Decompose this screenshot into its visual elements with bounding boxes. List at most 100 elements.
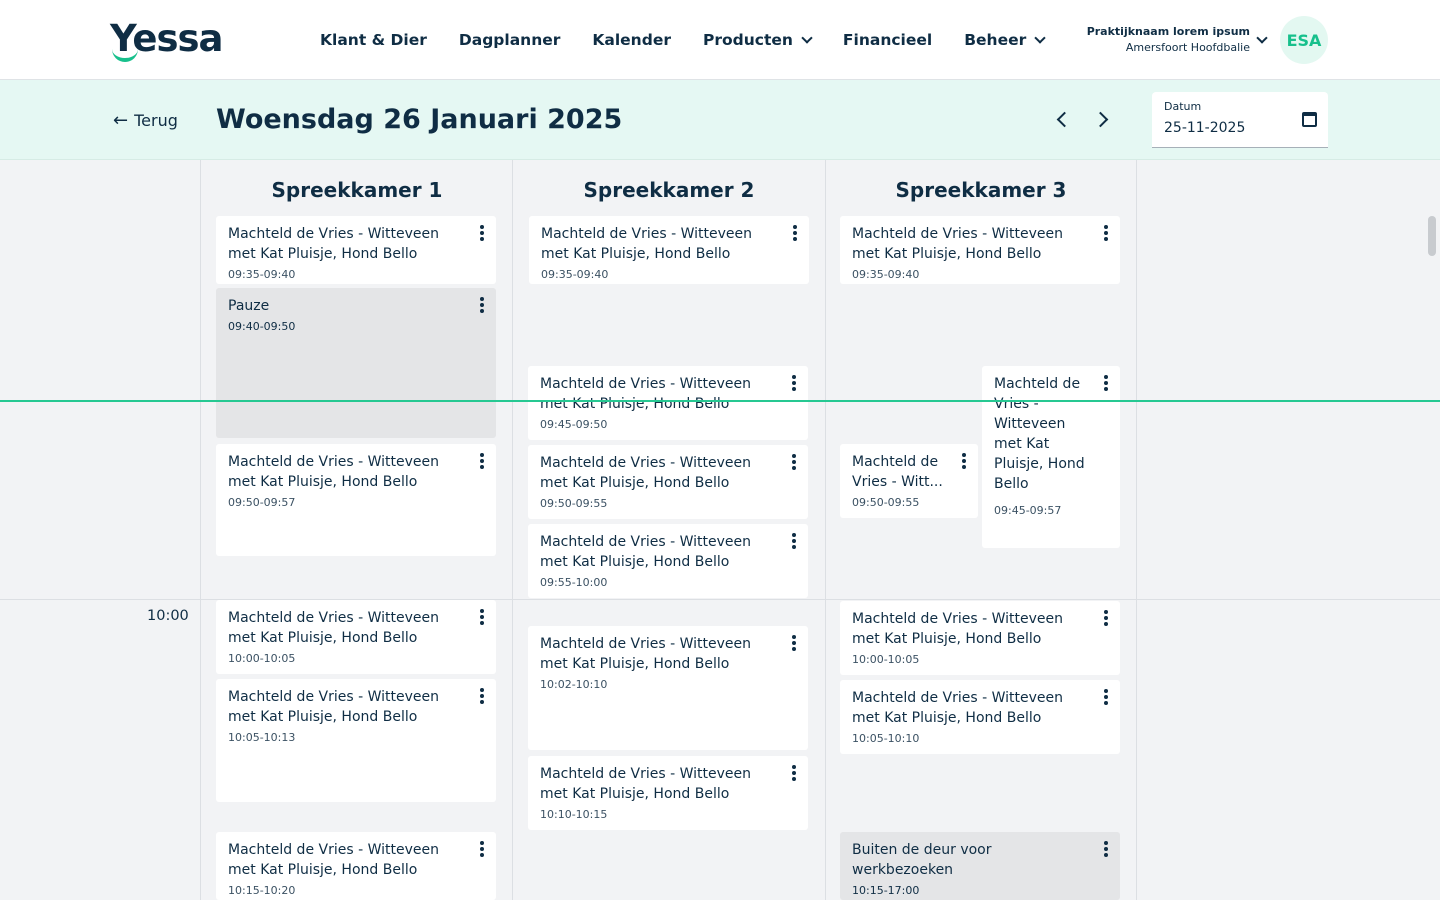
appointment-title: Machteld de Vries - Witteveen met Kat Pl… — [852, 611, 1063, 647]
nav-item-beheer[interactable]: Beheer — [964, 31, 1046, 49]
appointment-card[interactable]: Machteld de Vries - Witteveen met Kat Pl… — [528, 756, 808, 830]
appointment-title: Machteld de Vries - Witteveen met Kat Pl… — [852, 690, 1063, 726]
appointment-time: 09:50-09:55 — [540, 497, 608, 510]
nav-item-dagplanner[interactable]: Dagplanner — [459, 31, 561, 49]
appointment-title: Machteld de Vries - Witteveen met Kat Pl… — [228, 226, 439, 262]
more-vertical-icon[interactable] — [478, 688, 486, 704]
room-title: Spreekkamer 2 — [583, 178, 755, 202]
more-vertical-icon[interactable] — [1102, 610, 1110, 626]
appointment-time: 09:50-09:57 — [228, 496, 296, 509]
nav-item-financieel[interactable]: Financieel — [843, 31, 932, 49]
appointment-title: Machteld de Vries - Witt... — [852, 454, 943, 490]
nav-item-label: Producten — [702, 31, 793, 49]
appointment-title: Machteld de Vries - Witteveen met Kat Pl… — [540, 534, 751, 570]
appointment-time: 09:45-09:50 — [540, 418, 608, 431]
appointment-title: Machteld de Vries - Witteveen met Kat Pl… — [540, 376, 751, 412]
appointment-card[interactable]: Machteld de Vries - Witteveen met Kat Pl… — [528, 445, 808, 519]
appointment-title: Machteld de Vries - Witteveen met Kat Pl… — [852, 226, 1063, 262]
nav-item-kalender[interactable]: Kalender — [592, 31, 671, 49]
appointment-card[interactable]: Machteld de Vries - Witteveen met Kat Pl… — [840, 216, 1120, 284]
nav-item-klant-dier[interactable]: Klant & Dier — [320, 31, 427, 49]
date-field[interactable]: Datum 25-11-2025 — [1152, 92, 1328, 148]
appointment-time: 09:55-10:00 — [540, 576, 608, 589]
more-vertical-icon[interactable] — [478, 841, 486, 857]
appointment-card[interactable]: Machteld de Vries - Witt... 09:50-09:55 — [840, 444, 978, 518]
column-divider — [512, 160, 513, 900]
page-title: Woensdag 26 Januari 2025 — [216, 104, 623, 135]
appointment-card[interactable]: Machteld de Vries - Witteveen met Kat Pl… — [216, 679, 496, 802]
date-field-value: 25-11-2025 — [1164, 120, 1246, 136]
calendar-icon[interactable] — [1302, 112, 1317, 127]
user-avatar[interactable]: ESA — [1280, 16, 1328, 64]
appointment-time: 10:15-10:20 — [228, 884, 296, 897]
more-vertical-icon[interactable] — [790, 375, 798, 391]
more-vertical-icon[interactable] — [960, 453, 968, 469]
chevron-right-icon — [1092, 111, 1109, 128]
more-vertical-icon[interactable] — [1102, 225, 1110, 241]
column-divider — [1136, 160, 1137, 900]
chevron-down-icon — [1034, 31, 1046, 44]
more-vertical-icon[interactable] — [478, 453, 486, 469]
appointment-card[interactable]: Machteld de Vries - Witteveen met Kat Pl… — [216, 444, 496, 556]
appointment-time: 09:35-09:40 — [852, 268, 920, 281]
appointment-card[interactable]: Machteld de Vries - Witteveen met Kat Pl… — [529, 216, 809, 284]
appointment-title: Machteld de Vries - Witteveen met Kat Pl… — [540, 766, 751, 802]
day-schedule-grid: Spreekkamer 1 Spreekkamer 2 Spreekkamer … — [0, 160, 1440, 900]
pause-block[interactable]: Pauze 09:40-09:50 — [216, 288, 496, 438]
appointment-time: 10:05-10:10 — [852, 732, 920, 745]
appointment-time: 09:35-09:40 — [541, 268, 609, 281]
out-of-office-block[interactable]: Buiten de deur voor werkbezoeken 10:15-1… — [840, 832, 1120, 900]
more-vertical-icon[interactable] — [1102, 841, 1110, 857]
nav-item-label: Kalender — [592, 31, 671, 49]
more-vertical-icon[interactable] — [478, 609, 486, 625]
practice-location: Amersfoort Hoofdbalie — [1125, 41, 1250, 54]
back-button[interactable]: ← Terug — [113, 110, 178, 131]
more-vertical-icon[interactable] — [790, 635, 798, 651]
practice-selector[interactable]: Praktijknaam lorem ipsum Amersfoort Hoof… — [1087, 25, 1250, 54]
appointment-title: Machteld de Vries - Witteveen met Kat Pl… — [228, 842, 439, 878]
more-vertical-icon[interactable] — [478, 297, 486, 313]
appointment-card[interactable]: Machteld de Vries - Witteveen met Kat Pl… — [216, 832, 496, 900]
previous-day-button[interactable] — [1050, 108, 1074, 132]
more-vertical-icon[interactable] — [790, 454, 798, 470]
more-vertical-icon[interactable] — [478, 225, 486, 241]
chevron-left-icon — [1056, 111, 1073, 128]
appointment-card[interactable]: Machteld de Vries - Witteveen met Kat Pl… — [528, 626, 808, 750]
appointment-title: Machteld de Vries - Witteveen met Kat Pl… — [228, 610, 439, 646]
date-field-label: Datum — [1164, 100, 1202, 113]
column-divider — [200, 160, 201, 900]
next-day-button[interactable] — [1092, 108, 1116, 132]
appointment-time: 10:00-10:05 — [228, 652, 296, 665]
appointment-card[interactable]: Machteld de Vries - Witteveen met Kat Pl… — [840, 601, 1120, 675]
yessa-logo[interactable]: Yessa — [110, 18, 230, 64]
nav-item-producten[interactable]: Producten — [702, 31, 813, 49]
appointment-time: 09:40-09:50 — [228, 320, 296, 333]
practice-name: Praktijknaam lorem ipsum — [1086, 25, 1250, 38]
room-title: Spreekkamer 3 — [895, 178, 1067, 202]
nav-item-label: Klant & Dier — [320, 31, 427, 49]
column-divider — [825, 160, 826, 900]
appointment-card[interactable]: Machteld de Vries - Witteveen met Kat Pl… — [840, 680, 1120, 754]
more-vertical-icon[interactable] — [790, 533, 798, 549]
more-vertical-icon[interactable] — [1102, 375, 1110, 391]
appointment-time: 10:02-10:10 — [540, 678, 608, 691]
appointment-time: 10:10-10:15 — [540, 808, 608, 821]
vertical-scrollbar[interactable] — [1428, 216, 1436, 256]
appointment-title: Machteld de Vries - Witteveen met Kat Pl… — [540, 455, 751, 491]
main-nav: Klant & Dier Dagplanner Kalender Product… — [320, 0, 1076, 80]
day-header: ← Terug Woensdag 26 Januari 2025 Datum 2… — [0, 80, 1440, 160]
more-vertical-icon[interactable] — [791, 225, 799, 241]
more-vertical-icon[interactable] — [790, 765, 798, 781]
appointment-card[interactable]: Machteld de Vries - Witteveen met Kat Pl… — [216, 216, 496, 284]
appointment-time: 09:50-09:55 — [852, 496, 920, 509]
more-vertical-icon[interactable] — [1102, 689, 1110, 705]
appointment-title: Machteld de Vries - Witteveen met Kat Pl… — [228, 454, 439, 490]
appointment-card[interactable]: Machteld de Vries - Witteveen met Kat Pl… — [216, 600, 496, 674]
chevron-down-icon[interactable] — [1256, 32, 1268, 44]
appointment-time: 09:35-09:40 — [228, 268, 296, 281]
appointment-card[interactable]: Machteld de Vries - Witteveen met Kat Pl… — [982, 366, 1120, 548]
appointment-title: Pauze — [228, 298, 270, 314]
appointment-card[interactable]: Machteld de Vries - Witteveen met Kat Pl… — [528, 366, 808, 440]
appointment-card[interactable]: Machteld de Vries - Witteveen met Kat Pl… — [528, 524, 808, 598]
nav-item-label: Dagplanner — [458, 31, 561, 49]
